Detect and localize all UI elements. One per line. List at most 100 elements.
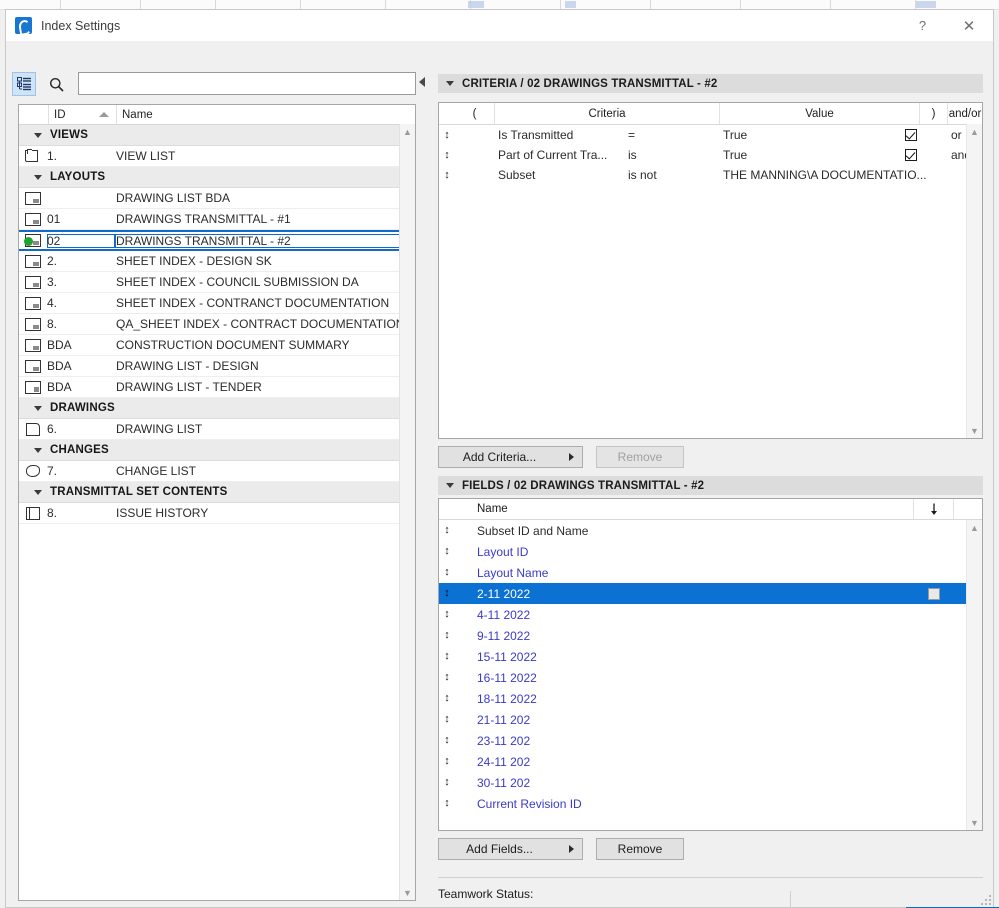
list-item[interactable]: DRAWING LIST BDA [19,188,415,209]
search-input-wrapper[interactable] [78,72,416,95]
chevron-right-icon[interactable] [560,447,582,467]
field-checkbox[interactable] [914,587,954,600]
list-group-changes[interactable]: CHANGES [19,440,415,461]
collapse-triangle-icon[interactable] [34,132,42,138]
list-item[interactable]: 1. VIEW LIST [19,146,415,167]
collapse-triangle-icon[interactable] [34,489,42,495]
criteria-operator[interactable]: = [628,128,723,142]
list-item[interactable]: 8. ISSUE HISTORY [19,503,415,524]
panel-splitter[interactable] [417,77,428,903]
index-list-scrollbar[interactable]: ▲ ▼ [399,124,415,900]
criteria-operator[interactable]: is [628,148,723,162]
criteria-value-checkbox[interactable] [898,149,923,161]
criteria-field-name[interactable]: Is Transmitted [495,128,628,142]
remove-criteria-button[interactable]: Remove [596,446,684,468]
field-row[interactable]: ↕ Layout Name [439,562,982,583]
drag-handle-icon[interactable]: ↕ [439,609,455,620]
drag-handle-icon[interactable]: ↕ [439,651,455,662]
collapse-triangle-icon[interactable] [446,81,454,86]
list-group-drawings[interactable]: DRAWINGS [19,398,415,419]
list-item[interactable]: 8. QA_SHEET INDEX - CONTRACT DOCUMENTATI… [19,314,415,335]
criteria-row[interactable]: ↕ Part of Current Tra... is True and [439,145,982,165]
list-item[interactable]: 3. SHEET INDEX - COUNCIL SUBMISSION DA [19,272,415,293]
drag-handle-icon[interactable]: ↕ [439,169,455,181]
fields-scrollbar[interactable]: ▲ ▼ [966,520,982,830]
drag-handle-icon[interactable]: ↕ [439,798,455,809]
drag-handle-icon[interactable]: ↕ [439,756,455,767]
field-row-selected[interactable]: ↕ 2-11 2022 [439,583,982,604]
tree-list-icon[interactable] [12,72,36,96]
list-group-transmittal-set-contents[interactable]: TRANSMITTAL SET CONTENTS [19,482,415,503]
sort-down-arrow-icon[interactable] [914,499,954,519]
help-button[interactable]: ? [900,10,945,41]
chevron-right-icon[interactable] [560,839,582,859]
field-row[interactable]: ↕ 21-11 202 [439,709,982,730]
criteria-section-header[interactable]: CRITERIA / 02 DRAWINGS TRANSMITTAL - #2 [438,74,983,93]
scroll-up-icon[interactable]: ▲ [967,124,982,139]
field-row[interactable]: ↕ 24-11 202 [439,751,982,772]
field-row[interactable]: ↕ 23-11 202 [439,730,982,751]
fields-section-header[interactable]: FIELDS / 02 DRAWINGS TRANSMITTAL - #2 [438,476,983,495]
splitter-collapse-icon[interactable] [419,77,425,87]
list-group-layouts[interactable]: LAYOUTS [19,167,415,188]
list-item[interactable]: 7. CHANGE LIST [19,461,415,482]
drag-handle-icon[interactable]: ↕ [439,777,455,788]
fields-header-name[interactable]: Name [455,499,914,519]
list-item[interactable]: 6. DRAWING LIST [19,419,415,440]
add-fields-button[interactable]: Add Fields... [438,838,583,860]
list-item[interactable]: BDA DRAWING LIST - DESIGN [19,356,415,377]
list-item-selected[interactable]: 02 DRAWINGS TRANSMITTAL - #2 [19,230,415,251]
drag-handle-icon[interactable]: ↕ [439,546,455,557]
search-input[interactable] [79,73,415,94]
criteria-header-open-paren[interactable]: ( [455,103,495,124]
criteria-row[interactable]: ↕ Is Transmitted = True or [439,125,982,145]
scroll-up-icon[interactable]: ▲ [967,520,982,535]
collapse-triangle-icon[interactable] [34,405,42,411]
drag-handle-icon[interactable]: ↕ [439,588,455,599]
list-item[interactable]: 01 DRAWINGS TRANSMITTAL - #1 [19,209,415,230]
drag-handle-icon[interactable]: ↕ [439,672,455,683]
scroll-up-icon[interactable]: ▲ [400,124,415,139]
criteria-field-name[interactable]: Subset [495,168,628,182]
criteria-operator[interactable]: is not [628,168,723,182]
collapse-triangle-icon[interactable] [34,174,42,180]
drag-handle-icon[interactable]: ↕ [439,693,455,704]
drag-handle-icon[interactable]: ↕ [439,525,455,536]
criteria-row[interactable]: ↕ Subset is not THE MANNING\A DOCUMENTAT… [439,165,982,185]
criteria-header-close-paren[interactable]: ) [920,103,948,124]
scroll-down-icon[interactable]: ▼ [400,885,415,900]
header-name-column[interactable]: Name [117,105,415,124]
criteria-field-name[interactable]: Part of Current Tra... [495,148,628,162]
field-row[interactable]: ↕ Subset ID and Name [439,520,982,541]
resize-grip[interactable] [981,895,991,905]
remove-fields-button[interactable]: Remove [596,838,684,860]
list-item[interactable]: 4. SHEET INDEX - CONTRANCT DOCUMENTATION [19,293,415,314]
drag-handle-icon[interactable]: ↕ [439,735,455,746]
field-row[interactable]: ↕ 16-11 2022 [439,667,982,688]
collapse-triangle-icon[interactable] [34,447,42,453]
field-row[interactable]: ↕ 30-11 202 [439,772,982,793]
criteria-value-checkbox[interactable] [898,129,923,141]
criteria-scrollbar[interactable]: ▲ ▼ [966,124,982,438]
scroll-down-icon[interactable]: ▼ [967,423,982,438]
header-id-column[interactable]: ID [49,105,117,124]
field-row[interactable]: ↕ 15-11 2022 [439,646,982,667]
criteria-header-criteria[interactable]: Criteria [495,103,720,124]
search-icon[interactable] [44,72,68,96]
list-item[interactable]: BDA CONSTRUCTION DOCUMENT SUMMARY [19,335,415,356]
collapse-triangle-icon[interactable] [446,483,454,488]
drag-handle-icon[interactable]: ↕ [439,149,455,161]
field-row[interactable]: ↕ Layout ID [439,541,982,562]
field-row[interactable]: ↕ Current Revision ID [439,793,982,814]
add-criteria-button[interactable]: Add Criteria... [438,446,583,468]
field-row[interactable]: ↕ 18-11 2022 [439,688,982,709]
list-item[interactable]: BDA DRAWING LIST - TENDER [19,377,415,398]
criteria-value[interactable]: THE MANNING\A DOCUMENTATIO... [723,168,953,182]
drag-handle-icon[interactable]: ↕ [439,714,455,725]
criteria-header-value[interactable]: Value [720,103,920,124]
drag-handle-icon[interactable]: ↕ [439,567,455,578]
drag-handle-icon[interactable]: ↕ [439,129,455,141]
drag-handle-icon[interactable]: ↕ [439,630,455,641]
criteria-header-andor[interactable]: and/or [948,103,982,124]
close-button[interactable]: ✕ [945,10,993,41]
